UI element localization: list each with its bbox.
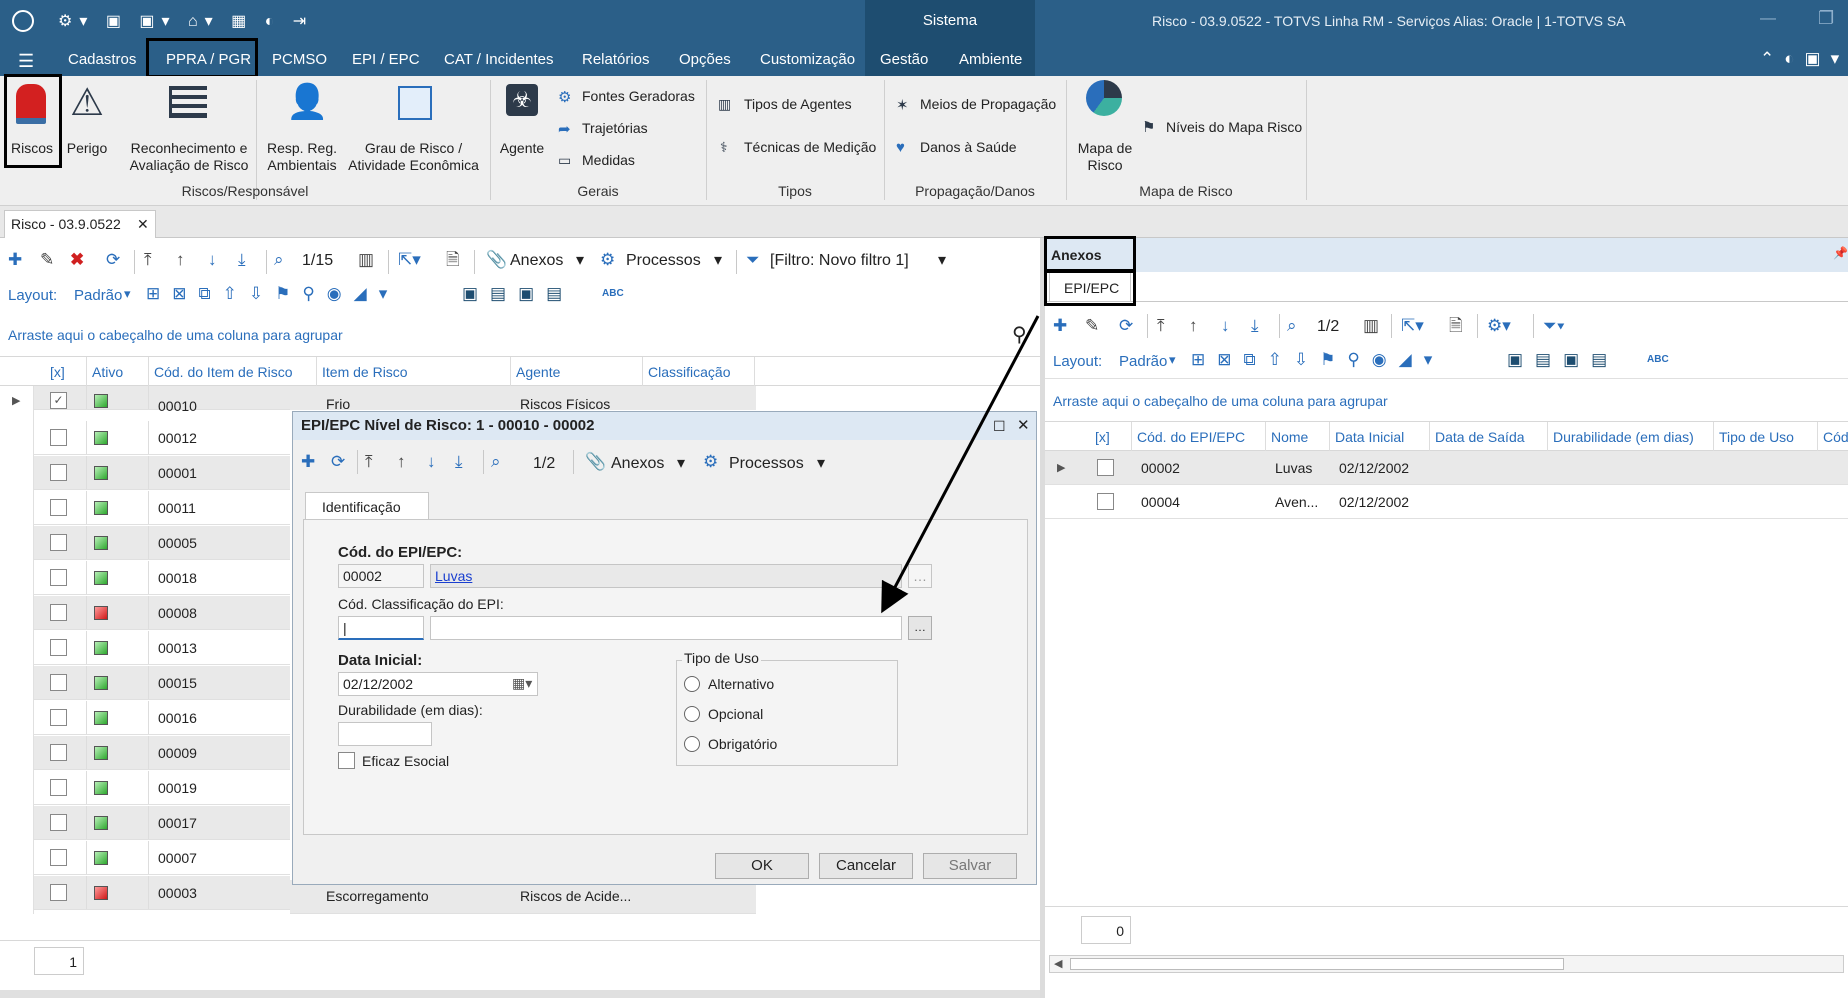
annotation-arrow bbox=[881, 315, 1040, 614]
